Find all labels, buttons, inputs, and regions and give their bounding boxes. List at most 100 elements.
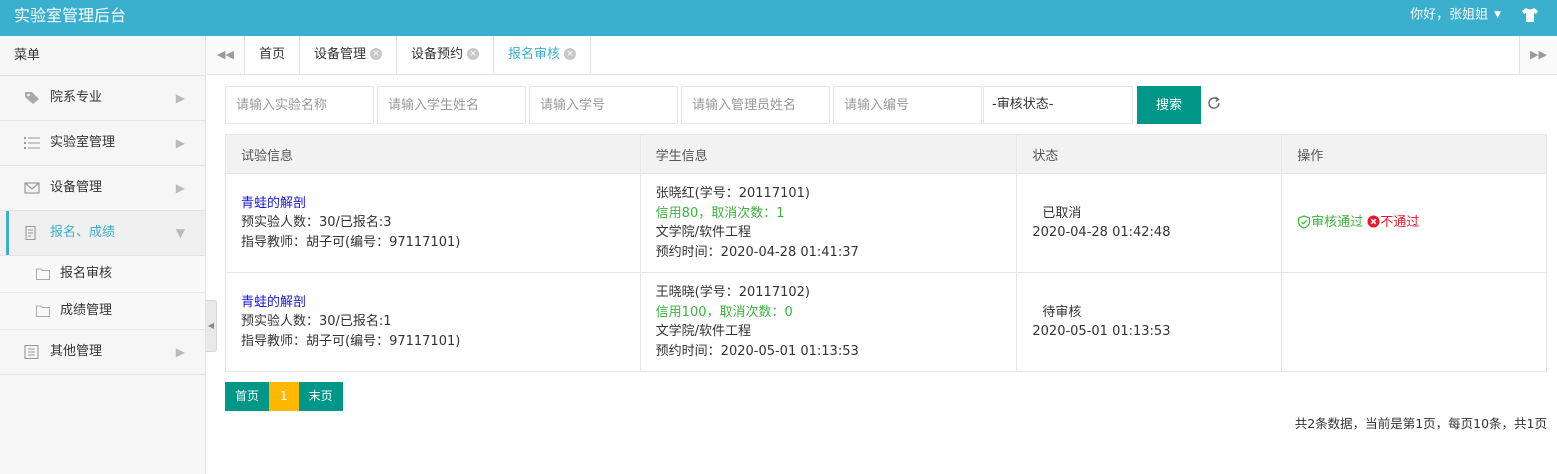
column-header: 操作 [1281, 134, 1547, 174]
credit-text: 信用100，取消次数：0 [655, 304, 793, 320]
experiment-link[interactable]: 青蛙的解剖 [241, 293, 625, 313]
list-icon [24, 137, 40, 149]
sidebar-item-labs[interactable]: 实验室管理 ▶ [0, 121, 205, 166]
student-text: 张晓红(学号：20117101) [655, 186, 810, 201]
tab-home[interactable]: 首页 [245, 36, 301, 74]
tab-bar: ◀◀ 首页 设备管理 × 设备预约 × 报名审核 × ▶▶ [207, 36, 1557, 75]
chevron-right-icon: ▶ [175, 136, 185, 150]
table-row: 青蛙的解剖 预实验人数：30/已报名:3 指导教师：胡子可(编号：9711710… [225, 173, 1547, 273]
close-icon[interactable]: × [564, 47, 577, 60]
user-menu[interactable]: 你好，张姐姐 ▼ [1410, 0, 1501, 31]
shield-check-icon [1298, 215, 1311, 229]
refresh-icon[interactable] [1206, 95, 1222, 111]
experiment-cell: 青蛙的解剖 预实验人数：30/已报名:1 指导教师：胡子可(编号：9711710… [225, 272, 641, 372]
sidebar-item-label: 院系专业 [50, 90, 103, 105]
action-cell [1281, 272, 1547, 372]
sidebar-subitem-label: 成绩管理 [60, 303, 113, 318]
first-page-button[interactable]: 首页 [225, 382, 270, 411]
experiment-link[interactable]: 青蛙的解剖 [241, 194, 625, 214]
status-time-text: 2020-04-28 01:42:48 [1032, 225, 1171, 240]
chevron-right-icon: ▶ [175, 181, 185, 195]
experiment-cell: 青蛙的解剖 预实验人数：30/已报名:3 指导教师：胡子可(编号：9711710… [225, 173, 641, 273]
teacher-text: 指导教师：胡子可(编号：97117101) [241, 234, 461, 250]
status-cell: 待审核 2020-05-01 01:13:53 [1016, 272, 1283, 372]
tabs-scroll-left-button[interactable]: ◀◀ [207, 36, 245, 74]
sidebar-collapse-toggle[interactable]: ◀ [206, 300, 217, 352]
last-page-button[interactable]: 末页 [298, 382, 343, 411]
student-text: 王晓晓(学号：20117102) [655, 285, 810, 300]
close-icon[interactable]: × [370, 47, 383, 60]
tab-equipment-management[interactable]: 设备管理 × [300, 36, 398, 74]
approve-button[interactable]: 审核通过 [1297, 213, 1363, 233]
sidebar-item-label: 其他管理 [50, 344, 103, 359]
experiment-name-input[interactable] [225, 86, 374, 124]
quota-text: 预实验人数：30/已报名:3 [241, 215, 392, 231]
tabs-scroll-right-button[interactable]: ▶▶ [1519, 36, 1557, 74]
admin-name-input[interactable] [681, 86, 830, 124]
table-header-row: 试验信息 学生信息 状态 操作 [225, 134, 1547, 174]
caret-down-icon: ▼ [1494, 10, 1501, 20]
sidebar-item-other[interactable]: 其他管理 ▶ [0, 330, 205, 375]
current-page-button[interactable]: 1 [269, 382, 299, 411]
tab-registration-review[interactable]: 报名审核 × [494, 36, 592, 74]
major-text: 文学院/软件工程 [655, 225, 752, 240]
approve-label: 审核通过 [1311, 215, 1364, 231]
booking-time-text: 预约时间：2020-05-01 01:13:53 [655, 343, 859, 359]
review-status-select[interactable]: -审核状态- [983, 86, 1133, 124]
chevron-right-icon: ▶ [175, 91, 185, 105]
teacher-text: 指导教师：胡子可(编号：97117101) [241, 333, 461, 349]
registration-table: 试验信息 学生信息 状态 操作 青蛙的解剖 预实验人数：30/已报名:3 指导教… [225, 134, 1547, 372]
action-cell: 审核通过 不通过 [1281, 173, 1547, 273]
user-greeting: 你好，张姐姐 [1410, 7, 1489, 23]
status-text: 待审核 [1042, 304, 1082, 320]
student-id-input[interactable] [529, 86, 678, 124]
column-header: 试验信息 [225, 134, 641, 174]
student-cell: 王晓晓(学号：20117102) 信用100，取消次数：0 文学院/软件工程 预… [639, 272, 1018, 372]
top-header: 实验室管理后台 你好，张姐姐 ▼ [0, 0, 1557, 36]
status-cell: 已取消 2020-04-28 01:42:48 [1016, 173, 1283, 273]
chevron-down-icon: ▼ [175, 226, 185, 240]
sidebar-title: 菜单 [0, 36, 205, 76]
table-row: 青蛙的解剖 预实验人数：30/已报名:1 指导教师：胡子可(编号：9711710… [225, 272, 1547, 372]
student-name-input[interactable] [377, 86, 526, 124]
folder-icon [36, 268, 50, 280]
number-input[interactable] [833, 86, 982, 124]
sidebar-item-label: 实验室管理 [50, 135, 116, 150]
major-text: 文学院/软件工程 [655, 324, 752, 339]
close-icon[interactable]: × [467, 47, 480, 60]
column-header: 学生信息 [639, 134, 1018, 174]
booking-time-text: 预约时间：2020-04-28 01:41:37 [655, 244, 859, 260]
tab-list: 首页 设备管理 × 设备预约 × 报名审核 × [245, 36, 592, 74]
tab-label: 报名审核 [508, 47, 561, 62]
folder-icon [36, 305, 50, 317]
status-text: 已取消 [1042, 205, 1082, 221]
tab-equipment-booking[interactable]: 设备预约 × [397, 36, 495, 74]
sidebar-item-label: 设备管理 [50, 180, 103, 195]
mail-icon [24, 182, 40, 194]
tab-label: 首页 [259, 47, 286, 62]
reject-button[interactable]: 不通过 [1367, 213, 1419, 233]
sidebar: 菜单 院系专业 ▶ 实验室管理 ▶ 设备管理 ▶ 报名、成绩 ▼ 报名审核 成绩… [0, 36, 206, 474]
app-title: 实验室管理后台 [14, 6, 127, 25]
form-icon [25, 226, 36, 240]
credit-text: 信用80，取消次数：1 [655, 205, 785, 221]
student-cell: 张晓红(学号：20117101) 信用80，取消次数：1 文学院/软件工程 预约… [639, 173, 1018, 273]
sidebar-item-registration[interactable]: 报名、成绩 ▼ [0, 211, 205, 256]
quota-text: 预实验人数：30/已报名:1 [241, 314, 392, 330]
sidebar-item-label: 报名、成绩 [50, 225, 116, 240]
column-header: 状态 [1016, 134, 1283, 174]
sidebar-subitem-grades[interactable]: 成绩管理 [0, 293, 205, 330]
tab-label: 设备管理 [314, 47, 367, 62]
sidebar-item-departments[interactable]: 院系专业 ▶ [0, 76, 205, 121]
tag-icon [25, 92, 39, 104]
sidebar-item-equipment[interactable]: 设备管理 ▶ [0, 166, 205, 211]
tshirt-icon[interactable] [1521, 6, 1539, 24]
pagination-summary: 共2条数据，当前是第1页，每页10条，共1页 [1294, 416, 1547, 431]
status-time-text: 2020-05-01 01:13:53 [1032, 324, 1171, 339]
sidebar-subitem-registration-review[interactable]: 报名审核 [0, 256, 205, 293]
reject-label: 不通过 [1380, 215, 1420, 231]
search-button[interactable]: 搜索 [1137, 86, 1201, 124]
document-icon [24, 345, 39, 359]
pagination: 首页 1 末页 [225, 382, 343, 411]
close-circle-icon [1367, 215, 1380, 228]
